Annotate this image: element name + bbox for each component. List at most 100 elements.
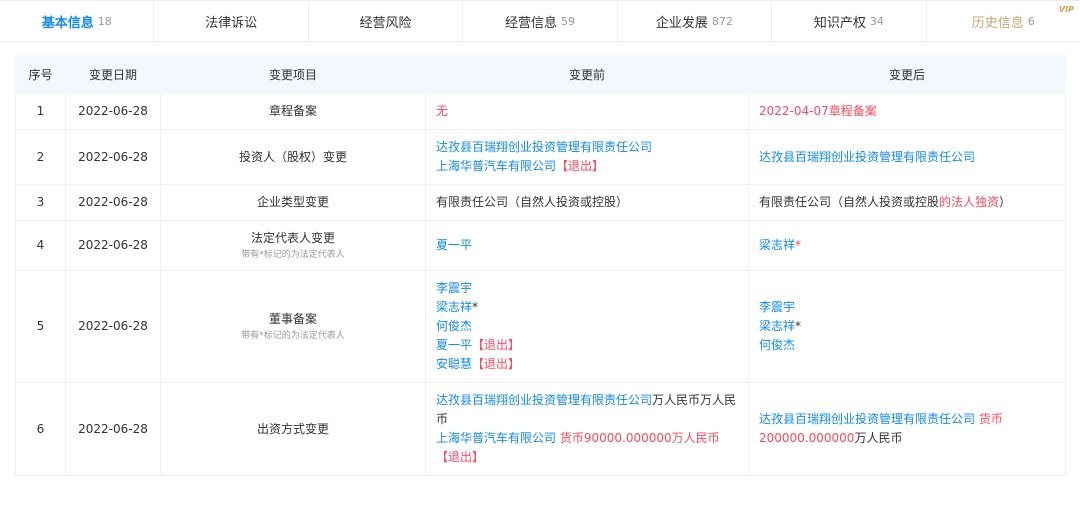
change-item-note: 带有*标记的为法定代表人 bbox=[241, 331, 345, 341]
row-number: 2 bbox=[15, 129, 66, 185]
tab-label: 知识产权 bbox=[813, 15, 866, 31]
row-number: 5 bbox=[15, 270, 66, 383]
entity-link[interactable]: 李震宇 bbox=[436, 281, 472, 295]
tab-label: 经营信息 bbox=[504, 15, 557, 31]
cell-line: 夏一平 bbox=[436, 236, 738, 255]
before-cell: 无 bbox=[425, 93, 749, 130]
cell-line: 达孜县百瑞翔创业投资管理有限责任公司 货币200000.000000万人民币 bbox=[759, 410, 1055, 448]
cell-line: 达孜县百瑞翔创业投资管理有限责任公司万人民币万人民币 bbox=[436, 391, 738, 429]
change-date: 2022-06-28 bbox=[65, 93, 161, 130]
entity-link[interactable]: 上海华普汽车有限公司 bbox=[436, 159, 556, 173]
cell-text: 【退出】 bbox=[556, 159, 605, 173]
cell-text: 有限责任公司（自然人投资或控股 bbox=[759, 195, 940, 209]
tab-label: 法律诉讼 bbox=[205, 15, 258, 31]
after-cell: 有限责任公司（自然人投资或控股的法人独资） bbox=[748, 184, 1066, 221]
tab-count: 6 bbox=[1027, 14, 1035, 28]
after-cell: 梁志祥* bbox=[748, 220, 1066, 271]
table-row: 5 2022-06-28 董事备案 带有*标记的为法定代表人 李震宇 梁志祥* 何俊杰… bbox=[15, 270, 1066, 383]
cell-line: 安聪慧【退出】 bbox=[436, 355, 738, 374]
entity-link[interactable]: 上海华普汽车有限公司 bbox=[436, 431, 556, 445]
cell-text: 【退出】 bbox=[436, 450, 485, 464]
cell-text: 【退出】 bbox=[472, 357, 521, 371]
change-item-label: 法定代表人变更 bbox=[250, 231, 335, 245]
entity-link[interactable]: 安聪慧 bbox=[436, 357, 472, 371]
cell-line: 达孜县百瑞翔创业投资管理有限责任公司 bbox=[759, 148, 1055, 167]
tab-bar: 基本信息 18 法律诉讼 经营风险 经营信息 59 企业发展 872 知识产权 34 历史信息 6 VI… bbox=[0, 0, 1080, 42]
entity-link[interactable]: 李震宇 bbox=[759, 300, 795, 314]
change-item: 董事备案带有*标记的为法定代表人 bbox=[160, 270, 426, 383]
change-item: 企业类型变更 bbox=[160, 184, 426, 221]
tab-6[interactable]: 知识产权 34 bbox=[772, 1, 927, 41]
cell-line: 有限责任公司（自然人投资或控股的法人独资） bbox=[759, 193, 1055, 212]
entity-link[interactable]: 达孜县百瑞翔创业投资管理有限责任公司 bbox=[436, 393, 652, 407]
column-header: 变更项目 bbox=[160, 55, 426, 94]
table-row: 4 2022-06-28 法定代表人变更 带有*标记的为法定代表人 夏一平 梁志祥… bbox=[15, 220, 1066, 271]
cell-line: 上海华普汽车有限公司【退出】 bbox=[436, 157, 738, 176]
column-header: 变更日期 bbox=[65, 55, 161, 94]
change-item-label: 出资方式变更 bbox=[256, 421, 329, 436]
entity-link[interactable]: 梁志祥 bbox=[759, 238, 795, 252]
cell-line: 夏一平【退出】 bbox=[436, 336, 738, 355]
after-cell: 2022-04-07章程备案 bbox=[748, 93, 1066, 130]
tab-3[interactable]: 经营风险 bbox=[309, 1, 464, 41]
row-number: 3 bbox=[15, 184, 66, 221]
entity-link[interactable]: 何俊杰 bbox=[759, 338, 795, 352]
cell-text: 有限责任公司（自然人投资或控股） bbox=[436, 195, 629, 209]
cell-line: 梁志祥* bbox=[759, 236, 1055, 255]
tab-2[interactable]: 法律诉讼 bbox=[154, 1, 309, 41]
cell-line: 梁志祥* bbox=[759, 317, 1055, 336]
change-date: 2022-06-28 bbox=[65, 382, 161, 476]
change-item-note: 带有*标记的为法定代表人 bbox=[241, 250, 345, 260]
cell-line: 无 bbox=[436, 102, 738, 121]
tab-7[interactable]: 历史信息 6 VIP bbox=[927, 1, 1080, 41]
after-cell: 达孜县百瑞翔创业投资管理有限责任公司 货币200000.000000万人民币 bbox=[748, 382, 1066, 476]
table-row: 6 2022-06-28 出资方式变更 达孜县百瑞翔创业投资管理有限责任公司万人… bbox=[15, 382, 1066, 476]
change-date: 2022-06-28 bbox=[65, 270, 161, 383]
entity-link[interactable]: 何俊杰 bbox=[436, 319, 472, 333]
after-cell: 李震宇 梁志祥* 何俊杰 bbox=[748, 270, 1066, 383]
tab-4[interactable]: 经营信息 59 bbox=[463, 1, 618, 41]
change-item-label: 章程备案 bbox=[268, 104, 317, 118]
cell-text: * bbox=[795, 319, 802, 333]
cell-text: ） bbox=[999, 195, 1012, 209]
cell-text: 2022-04-07章程备案 bbox=[759, 104, 877, 118]
cell-text: 无 bbox=[436, 104, 449, 118]
entity-link[interactable]: 梁志祥 bbox=[759, 319, 795, 333]
change-item: 法定代表人变更带有*标记的为法定代表人 bbox=[160, 220, 426, 271]
entity-link[interactable]: 达孜县百瑞翔创业投资管理有限责任公司 bbox=[759, 412, 975, 426]
cell-text: 【退出】 bbox=[472, 338, 521, 352]
table-row: 2 2022-06-28 投资人（股权）变更 达孜县百瑞翔创业投资管理有限责任公… bbox=[15, 129, 1066, 185]
column-header: 序号 bbox=[15, 55, 66, 94]
tab-1[interactable]: 基本信息 18 bbox=[0, 1, 155, 41]
entity-link[interactable]: 夏一平 bbox=[436, 338, 472, 352]
before-cell: 达孜县百瑞翔创业投资管理有限责任公司万人民币万人民币 上海华普汽车有限公司 货币9… bbox=[425, 382, 749, 476]
cell-line: 何俊杰 bbox=[759, 336, 1055, 355]
entity-link[interactable]: 达孜县百瑞翔创业投资管理有限责任公司 bbox=[436, 140, 652, 154]
change-item-label: 董事备案 bbox=[268, 312, 317, 326]
change-record-table: 序号 变更日期 变更项目 变更前 变更后 1 2022-06-28 章程备案 无 202… bbox=[15, 55, 1066, 476]
before-cell: 有限责任公司（自然人投资或控股） bbox=[425, 184, 749, 221]
row-number: 6 bbox=[15, 382, 66, 476]
tab-count: 18 bbox=[97, 14, 112, 28]
after-cell: 达孜县百瑞翔创业投资管理有限责任公司 bbox=[748, 129, 1066, 185]
change-item-label: 企业类型变更 bbox=[256, 195, 329, 209]
cell-text: 的法人独资 bbox=[939, 195, 1000, 209]
before-cell: 李震宇 梁志祥* 何俊杰 夏一平【退出】 安聪慧【退出】 bbox=[425, 270, 749, 383]
entity-link[interactable]: 夏一平 bbox=[436, 238, 472, 252]
change-date: 2022-06-28 bbox=[65, 184, 161, 221]
entity-link[interactable]: 达孜县百瑞翔创业投资管理有限责任公司 bbox=[759, 150, 975, 164]
entity-link[interactable]: 梁志祥 bbox=[436, 300, 472, 314]
table-row: 3 2022-06-28 企业类型变更 有限责任公司（自然人投资或控股） 有限责… bbox=[15, 184, 1066, 221]
tab-count: 59 bbox=[560, 14, 575, 28]
table-header-row: 序号 变更日期 变更项目 变更前 变更后 bbox=[15, 55, 1066, 94]
before-cell: 夏一平 bbox=[425, 220, 749, 271]
change-item: 投资人（股权）变更 bbox=[160, 129, 426, 185]
cell-line: 李震宇 bbox=[759, 298, 1055, 317]
cell-text: * bbox=[795, 238, 802, 252]
cell-line: 有限责任公司（自然人投资或控股） bbox=[436, 193, 738, 212]
tab-label: 企业发展 bbox=[655, 15, 708, 31]
tab-5[interactable]: 企业发展 872 bbox=[618, 1, 773, 41]
change-item: 出资方式变更 bbox=[160, 382, 426, 476]
tab-count: 872 bbox=[711, 14, 733, 28]
table-row: 1 2022-06-28 章程备案 无 2022-04-07章程备案 bbox=[15, 93, 1066, 130]
